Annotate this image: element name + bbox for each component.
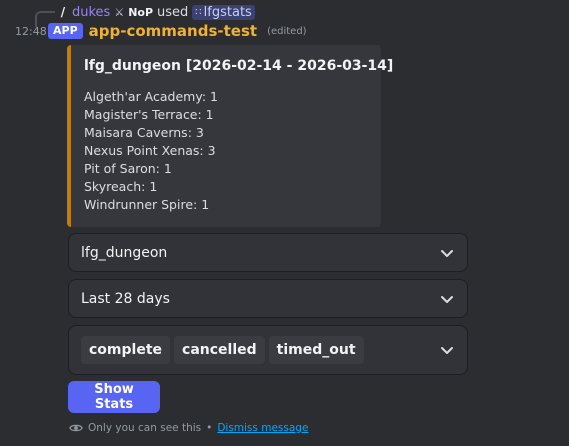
embed-line: Algeth'ar Academy: 1 [84,89,218,104]
chevron-down-icon [441,249,453,257]
embed-line: Pit of Saron: 1 [84,161,172,176]
used-text: used [157,4,189,20]
separator: • [206,422,213,434]
command-name: lfgstats [203,4,252,20]
app-badge: APP [48,23,83,39]
embed-title: lfg_dungeon [2026-02-14 - 2026-03-14] [84,58,394,74]
message-timestamp[interactable]: 12:48 [15,25,47,38]
eye-icon [69,424,83,432]
slash-command-icon: / [60,5,66,19]
status-multiselect[interactable]: complete cancelled timed_out [68,325,468,375]
ephemeral-notice: Only you can see this • Dismiss message [69,421,308,435]
category-select[interactable]: lfg_dungeon [68,233,468,272]
chevron-down-icon [441,295,453,303]
guild-tag[interactable]: NoP [128,6,153,19]
embed-line: Skyreach: 1 [84,179,158,194]
status-chip[interactable]: complete [81,336,171,364]
reply-username[interactable]: dukes [72,5,110,20]
command-mention[interactable]: ∷ lfgstats [192,4,255,20]
show-stats-button[interactable]: Show Stats [68,381,160,413]
ephemeral-text: Only you can see this [88,422,202,434]
embed-line: Maisara Caverns: 3 [84,125,204,140]
status-chip[interactable]: timed_out [268,336,364,364]
embed-line: Magister's Terrace: 1 [84,107,214,122]
embed-line: Nexus Point Xenas: 3 [84,143,216,158]
app-command-icon: ∷ [195,6,202,18]
embed-line: Windrunner Spire: 1 [84,197,210,212]
guild-tag-icon: ⚔ [114,5,125,19]
chevron-down-icon [441,347,453,354]
period-select-value: Last 28 days [81,290,170,307]
stats-embed: lfg_dungeon [2026-02-14 - 2026-03-14] Al… [67,45,394,227]
status-chip[interactable]: cancelled [174,336,265,364]
category-select-value: lfg_dungeon [81,244,168,261]
message-header: APP app-commands-test (edited) [48,22,307,40]
bot-name[interactable]: app-commands-test [89,22,257,40]
edited-label: (edited) [267,25,307,37]
period-select[interactable]: Last 28 days [68,279,468,318]
reply-context: / dukes ⚔ NoP used ∷ lfgstats [58,4,255,20]
status-chips: complete cancelled timed_out [81,336,439,364]
dismiss-message-link[interactable]: Dismiss message [217,422,308,434]
